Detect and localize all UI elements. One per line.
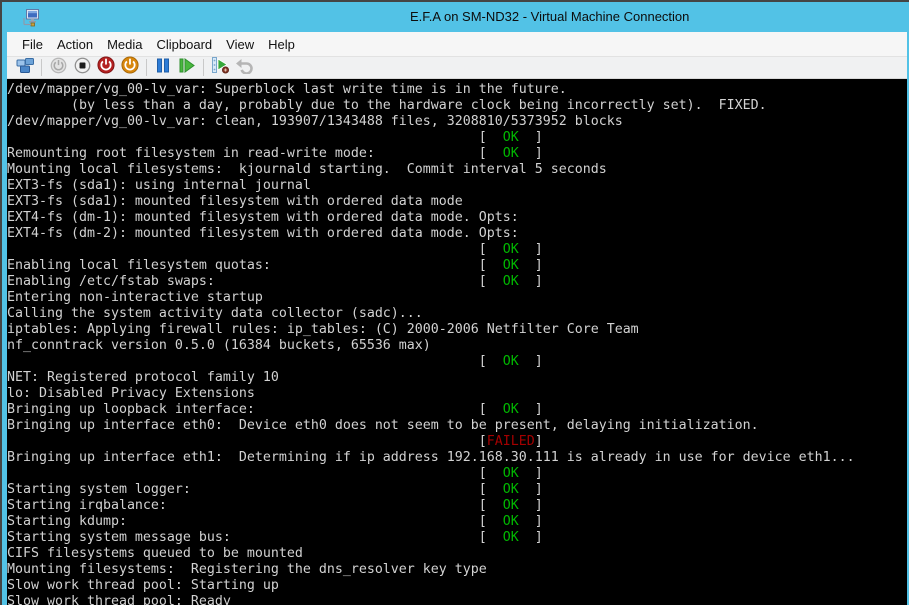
vm-console-screen[interactable]: /dev/mapper/vg_00-lv_var: Superblock las…	[7, 79, 907, 605]
resume-button[interactable]	[175, 57, 199, 78]
save-button[interactable]	[118, 57, 142, 78]
console-line: Mounting filesystems: Registering the dn…	[7, 562, 907, 578]
console-output: /dev/mapper/vg_00-lv_var: Superblock las…	[7, 82, 907, 605]
console-line: EXT3-fs (sda1): mounted filesystem with …	[7, 194, 907, 210]
status-badge-ok: OK	[503, 514, 519, 529]
menubar: File Action Media Clipboard View Help	[7, 32, 907, 56]
console-line: Remounting root filesystem in read-write…	[7, 146, 907, 162]
checkpoint-button[interactable]	[208, 57, 232, 78]
console-line: Bringing up interface eth0: Device eth0 …	[7, 418, 907, 434]
console-line: Enabling /etc/fstab swaps: [ OK ]	[7, 274, 907, 290]
menu-clipboard[interactable]: Clipboard	[150, 34, 220, 55]
console-line: [ OK ]	[7, 130, 907, 146]
vm-connection-monitor-icon	[23, 8, 40, 32]
menu-view[interactable]: View	[219, 34, 261, 55]
console-line: NET: Registered protocol family 10	[7, 370, 907, 386]
console-line: Entering non-interactive startup	[7, 290, 907, 306]
ctrl-alt-delete-button[interactable]	[13, 57, 37, 78]
window-title: E.F.A on SM-ND32 - Virtual Machine Conne…	[410, 9, 689, 24]
status-badge-ok: OK	[503, 498, 519, 513]
start-power-icon-disabled	[50, 57, 67, 79]
toolbar-separator	[146, 59, 147, 76]
console-line: Starting system logger: [ OK ]	[7, 482, 907, 498]
toolbar-separator	[41, 59, 42, 76]
menu-action[interactable]: Action	[50, 34, 100, 55]
console-line: EXT4-fs (dm-2): mounted filesystem with …	[7, 226, 907, 242]
status-badge-ok: OK	[503, 466, 519, 481]
revert-icon-disabled	[235, 57, 254, 79]
console-line: /dev/mapper/vg_00-lv_var: clean, 193907/…	[7, 114, 907, 130]
console-line: Starting irqbalance: [ OK ]	[7, 498, 907, 514]
shut-down-power-icon-red	[97, 56, 115, 79]
console-line: nf_conntrack version 0.5.0 (16384 bucket…	[7, 338, 907, 354]
console-line: iptables: Applying firewall rules: ip_ta…	[7, 322, 907, 338]
console-line: Starting system message bus: [ OK ]	[7, 530, 907, 546]
vm-connection-window: E.F.A on SM-ND32 - Virtual Machine Conne…	[0, 0, 909, 605]
shut-down-button[interactable]	[94, 57, 118, 78]
ctrl-alt-delete-icon	[16, 57, 35, 79]
status-badge-ok: OK	[503, 402, 519, 417]
console-line: Bringing up loopback interface: [ OK ]	[7, 402, 907, 418]
console-line: Mounting local filesystems: kjournald st…	[7, 162, 907, 178]
console-line: (by less than a day, probably due to the…	[7, 98, 907, 114]
status-badge-ok: OK	[503, 354, 519, 369]
pause-icon	[155, 57, 171, 79]
turn-off-button[interactable]	[70, 57, 94, 78]
console-line: Slow work thread pool: Starting up	[7, 578, 907, 594]
console-line: /dev/mapper/vg_00-lv_var: Superblock las…	[7, 82, 907, 98]
menu-media[interactable]: Media	[100, 34, 149, 55]
turn-off-stop-icon	[74, 57, 91, 79]
console-line: Enabling local filesystem quotas: [ OK ]	[7, 258, 907, 274]
revert-button[interactable]	[232, 57, 256, 78]
console-line: [FAILED]	[7, 434, 907, 450]
console-line: [ OK ]	[7, 242, 907, 258]
checkpoint-icon	[211, 56, 230, 79]
status-badge-ok: OK	[503, 130, 519, 145]
console-line: Slow work thread pool: Ready	[7, 594, 907, 605]
status-badge-ok: OK	[503, 146, 519, 161]
start-button[interactable]	[46, 57, 70, 78]
menu-help[interactable]: Help	[261, 34, 302, 55]
status-badge-ok: OK	[503, 482, 519, 497]
console-line: EXT4-fs (dm-1): mounted filesystem with …	[7, 210, 907, 226]
console-line: Starting kdump: [ OK ]	[7, 514, 907, 530]
resume-icon	[178, 57, 196, 79]
status-badge-ok: OK	[503, 258, 519, 273]
pause-button[interactable]	[151, 57, 175, 78]
toolbar	[7, 56, 907, 79]
status-badge-ok: OK	[503, 530, 519, 545]
status-badge-ok: OK	[503, 242, 519, 257]
console-line: EXT3-fs (sda1): using internal journal	[7, 178, 907, 194]
console-line: [ OK ]	[7, 354, 907, 370]
console-line: [ OK ]	[7, 466, 907, 482]
status-badge-ok: OK	[503, 274, 519, 289]
console-line: Bringing up interface eth1: Determining …	[7, 450, 907, 466]
console-line: CIFS filesystems queued to be mounted	[7, 546, 907, 562]
console-line: Calling the system activity data collect…	[7, 306, 907, 322]
menu-file[interactable]: File	[15, 34, 50, 55]
save-power-icon-orange	[121, 56, 139, 79]
status-badge-failed: FAILED	[487, 434, 535, 449]
console-line: lo: Disabled Privacy Extensions	[7, 386, 907, 402]
titlebar[interactable]: E.F.A on SM-ND32 - Virtual Machine Conne…	[2, 2, 909, 32]
toolbar-separator	[203, 59, 204, 76]
